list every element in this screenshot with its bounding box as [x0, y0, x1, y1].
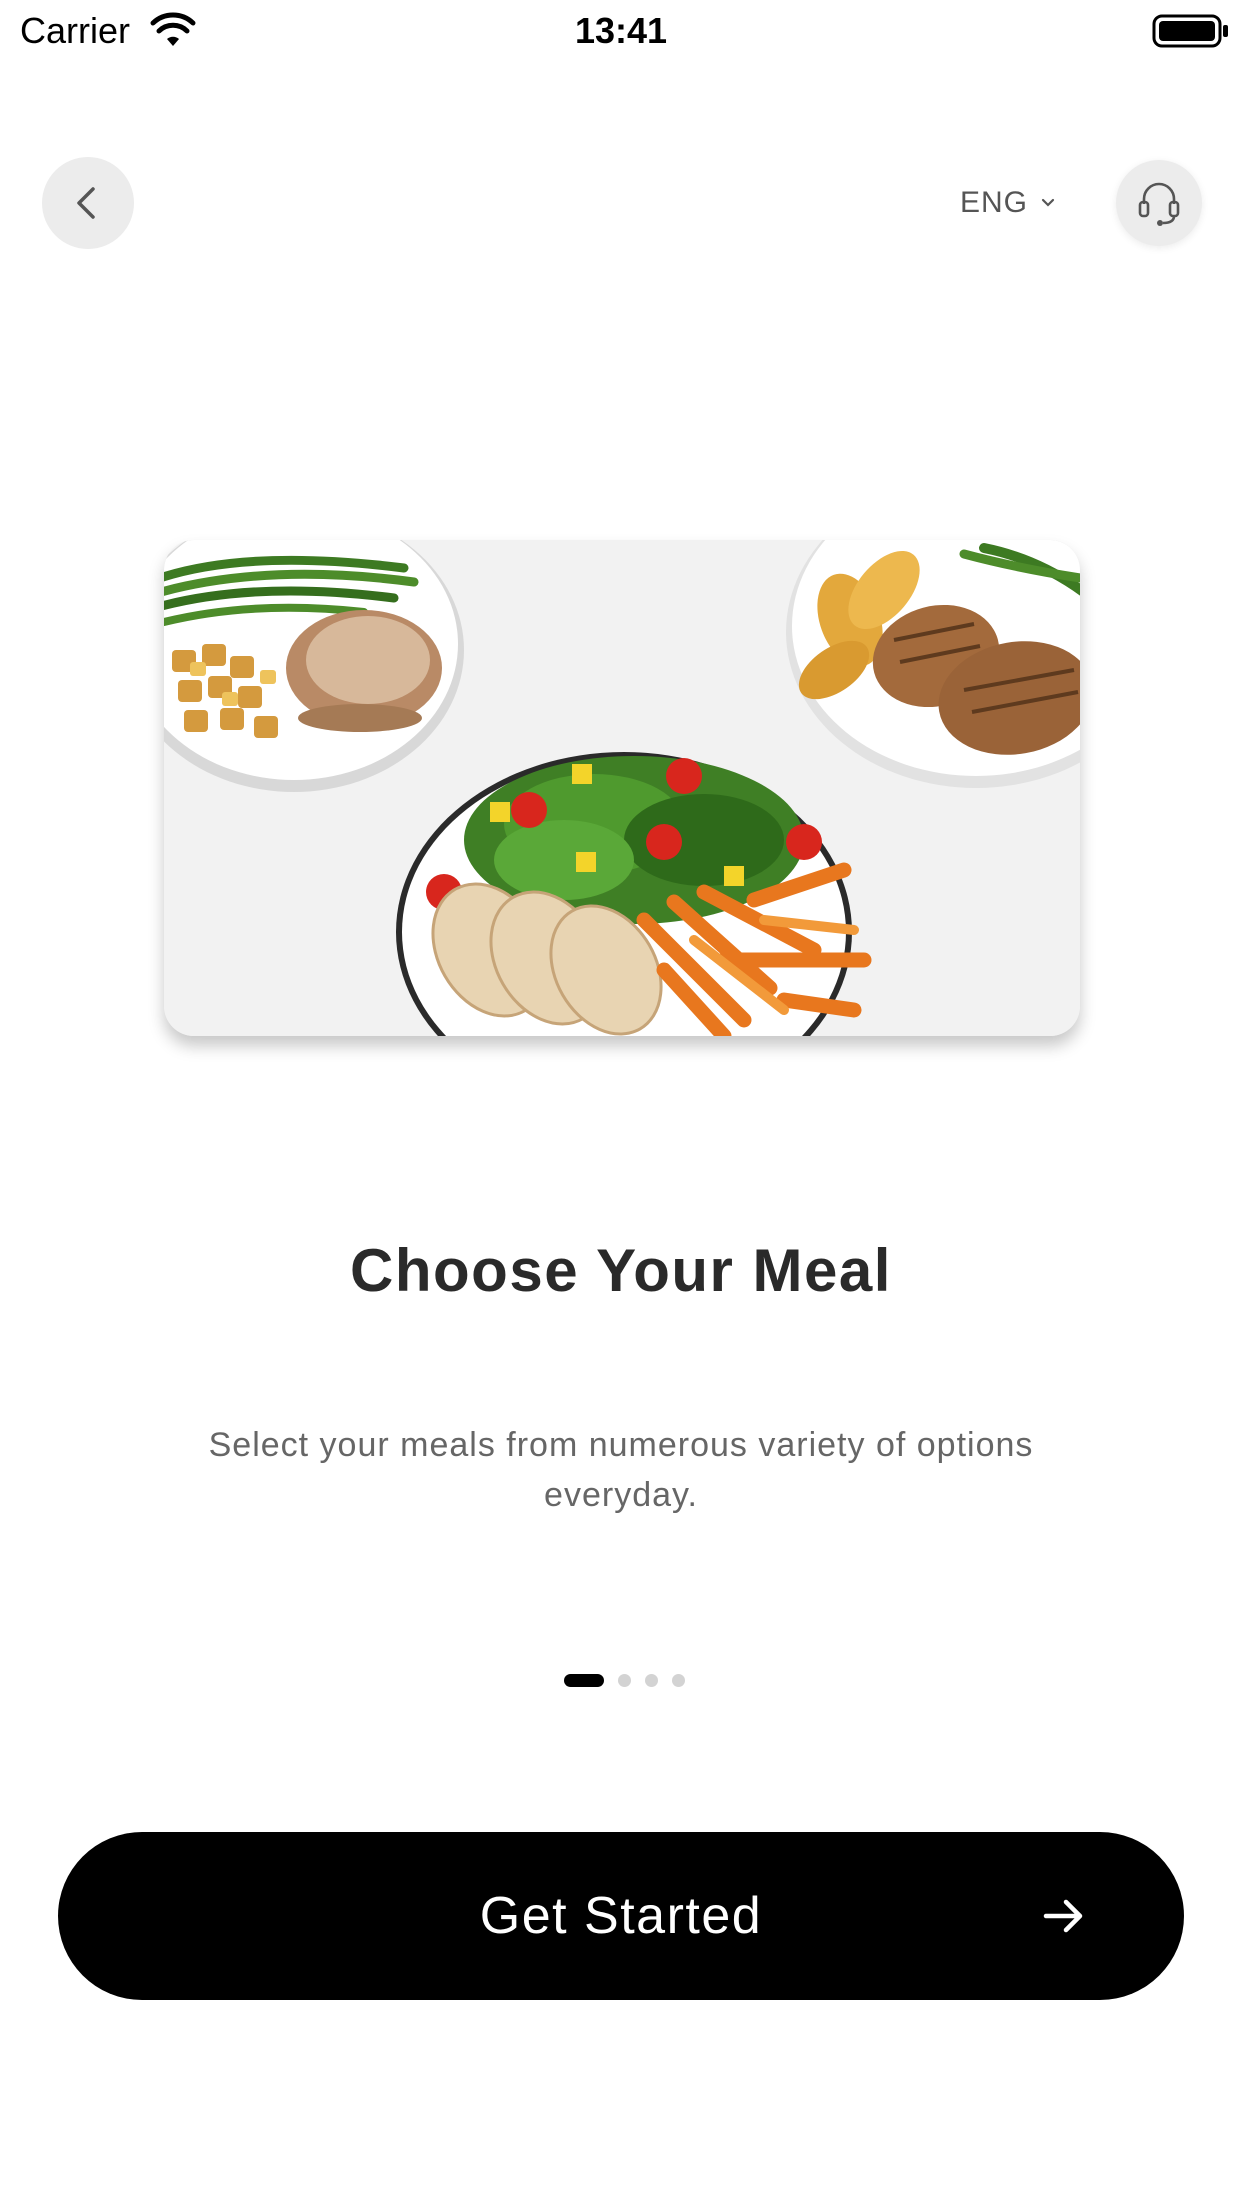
meal-plates-illustration [164, 540, 1080, 1036]
hero-image-card [164, 540, 1080, 1036]
get-started-button[interactable]: Get Started [58, 1832, 1184, 2000]
page-dot-active[interactable] [564, 1674, 604, 1687]
language-label: ENG [960, 186, 1029, 219]
get-started-label: Get Started [479, 1887, 763, 1945]
onboarding-screen: Carrier 13:41 ENG Choose Your Meal Selec… [0, 0, 1242, 2208]
support-button[interactable] [1116, 160, 1202, 246]
page-indicator [564, 1674, 685, 1687]
back-button[interactable] [42, 157, 134, 249]
page-title: Choose Your Meal [350, 1237, 892, 1304]
page-dot[interactable] [618, 1674, 631, 1687]
arrow-right-icon [1043, 1899, 1083, 1933]
status-bar: Carrier 13:41 [0, 0, 1242, 62]
battery-icon [1152, 14, 1228, 48]
headset-icon [1138, 182, 1180, 226]
page-subtitle: Select your meals from numerous variety … [208, 1426, 1034, 1514]
status-time: 13:41 [574, 10, 668, 51]
chevron-left-icon [77, 187, 95, 219]
chevron-down-icon [1041, 198, 1055, 207]
language-selector[interactable]: ENG [960, 180, 1056, 226]
page-dot[interactable] [672, 1674, 685, 1687]
page-dot[interactable] [645, 1674, 658, 1687]
